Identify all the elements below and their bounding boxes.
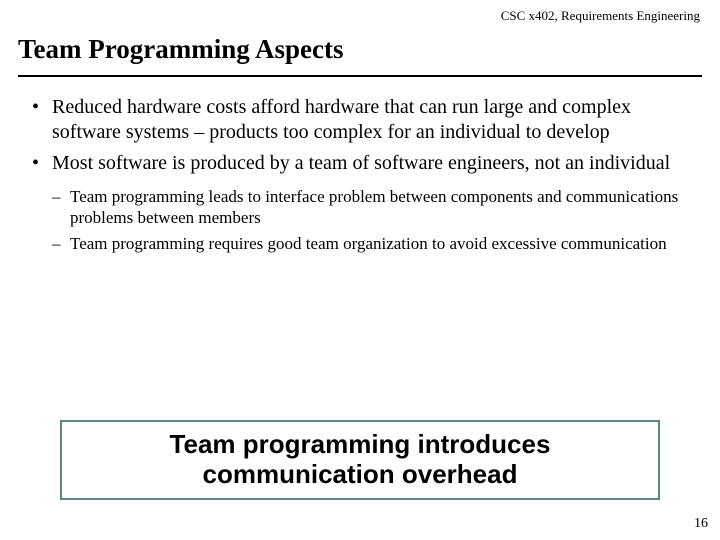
page-number: 16: [694, 516, 708, 532]
sub-bullet-item: Team programming leads to interface prob…: [52, 186, 700, 229]
slide-title: Team Programming Aspects: [0, 24, 720, 75]
sub-bullet-item: Team programming requires good team orga…: [52, 233, 700, 254]
bullet-item: Reduced hardware costs afford hardware t…: [30, 95, 700, 145]
highlight-text: Team programming introduces communicatio…: [72, 430, 648, 490]
bullet-item: Most software is produced by a team of s…: [30, 151, 700, 176]
course-header: CSC x402, Requirements Engineering: [0, 0, 720, 24]
highlight-box: Team programming introduces communicatio…: [60, 420, 660, 500]
title-divider: [18, 75, 702, 77]
main-bullet-list: Reduced hardware costs afford hardware t…: [30, 95, 700, 176]
content-area: Reduced hardware costs afford hardware t…: [0, 95, 720, 254]
sub-bullet-list: Team programming leads to interface prob…: [52, 186, 700, 254]
